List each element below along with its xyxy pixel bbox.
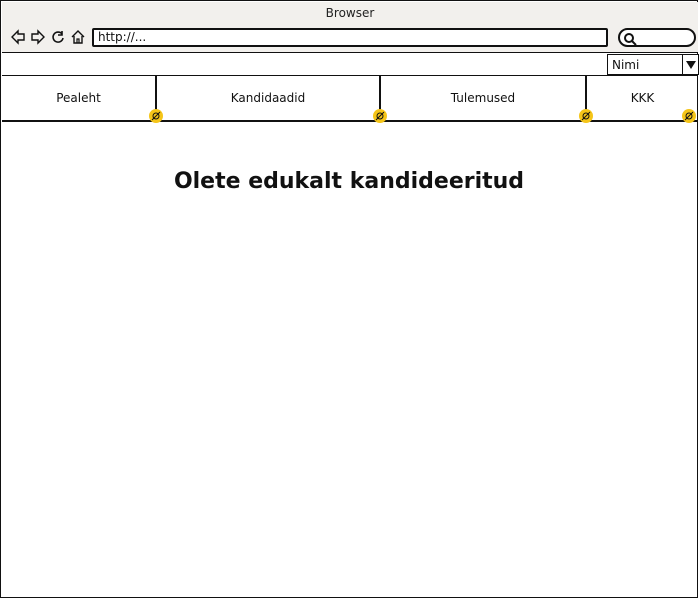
success-heading: Olete edukalt kandideeritud bbox=[173, 169, 525, 194]
home-icon[interactable] bbox=[70, 29, 86, 45]
tab-label: KKK bbox=[630, 91, 655, 105]
browser-window: Browser http://... Nimi Pealeht Kandidaa… bbox=[0, 0, 699, 598]
tab-kkk[interactable]: KKK bbox=[587, 76, 698, 123]
language-select[interactable]: Nimi bbox=[607, 54, 699, 75]
language-select-value: Nimi bbox=[612, 58, 640, 72]
tab-label: Pealeht bbox=[56, 91, 101, 105]
top-bar: Nimi bbox=[2, 53, 699, 76]
link-icon bbox=[682, 109, 696, 123]
navigation-controls bbox=[10, 28, 86, 46]
navigation-tabs: Pealeht Kandidaadid Tulemused KKK bbox=[2, 76, 698, 123]
tab-label: Kandidaadid bbox=[230, 91, 306, 105]
tab-tulemused[interactable]: Tulemused bbox=[381, 76, 593, 123]
address-bar[interactable]: http://... bbox=[92, 28, 608, 47]
back-icon[interactable] bbox=[10, 29, 26, 45]
search-field[interactable] bbox=[618, 28, 696, 47]
link-icon bbox=[373, 109, 387, 123]
tab-label: Tulemused bbox=[450, 91, 516, 105]
forward-icon[interactable] bbox=[30, 29, 46, 45]
tab-pealeht[interactable]: Pealeht bbox=[2, 76, 163, 123]
link-icon bbox=[149, 109, 163, 123]
window-title: Browser bbox=[325, 6, 375, 20]
link-icon bbox=[579, 109, 593, 123]
tab-kandidaadid[interactable]: Kandidaadid bbox=[157, 76, 387, 123]
browser-chrome: Browser http://... bbox=[2, 2, 698, 53]
dropdown-arrow-icon[interactable] bbox=[682, 55, 698, 74]
search-icon bbox=[623, 31, 637, 46]
reload-icon[interactable] bbox=[50, 29, 66, 45]
